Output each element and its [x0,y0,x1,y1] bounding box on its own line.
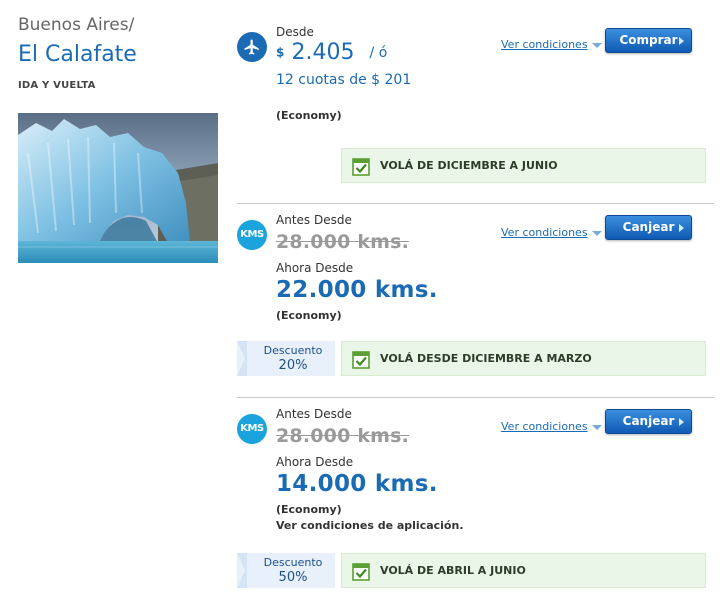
redeem-button[interactable]: Canjear [605,409,692,434]
arrow-right-icon [679,418,684,426]
promo-banner: VOLÁ DE DICIEMBRE A JUNIO [341,148,706,183]
arrow-right-icon [679,224,684,232]
cabin-class: (Economy) [276,503,342,516]
promo-text: VOLÁ DE ABRIL A JUNIO [380,564,526,577]
promo-banner: VOLÁ DESDE DICIEMBRE A MARZO [341,341,706,376]
trip-type: IDA Y VUELTA [18,80,96,91]
price-amount: $ 2.405 / ó [276,40,387,65]
kms-icon: KMS [237,220,267,250]
chevron-down-icon [591,42,602,48]
cabin-class: (Economy) [276,309,342,322]
now-label: Ahora Desde [276,261,354,275]
redeem-button[interactable]: Canjear [605,215,692,240]
before-label: Antes Desde [276,407,352,421]
discount-value: 20% [278,358,308,373]
destination-photo [18,113,218,263]
conditions-link[interactable]: Ver condiciones [501,38,602,51]
buy-button-label: Comprar [619,33,678,47]
promo-text: VOLÁ DE DICIEMBRE A JUNIO [380,159,558,172]
before-price: 28.000 kms. [276,231,410,253]
redeem-button-label: Canjear [622,220,675,234]
application-note: Ver condiciones de aplicación. [276,519,464,532]
now-label: Ahora Desde [276,455,354,469]
chevron-down-icon [591,230,602,236]
before-label: Antes Desde [276,213,352,227]
price-label: Desde [276,25,314,39]
promo-text: VOLÁ DESDE DICIEMBRE A MARZO [380,352,592,365]
discount-badge: Descuento 50% [237,553,335,588]
price-value: 2.405 [291,40,355,65]
conditions-link-label: Ver condiciones [501,38,588,51]
offer-miles-redeem: KMS Antes Desde 28.000 kms. Ahora Desde … [237,204,714,394]
discount-label: Descuento [263,556,323,569]
before-price: 28.000 kms. [276,425,410,447]
currency-symbol: $ [276,45,285,60]
now-price: 14.000 kms. [276,471,438,497]
calendar-check-icon [352,563,370,581]
installments: 12 cuotas de $ 201 [276,72,412,88]
discount-badge: Descuento 20% [237,341,335,376]
badge-notch-icon [237,553,247,588]
discount-label: Descuento [263,344,323,357]
airplane-icon [237,32,267,62]
promo-banner: VOLÁ DE ABRIL A JUNIO [341,553,706,588]
destination-city: El Calafate [18,42,137,67]
route-header: Buenos Aires/ El Calafate IDA Y VUELTA [18,14,218,91]
discount-value: 50% [278,570,308,585]
badge-notch-icon [237,341,247,376]
now-price: 22.000 kms. [276,277,438,303]
arrow-right-icon [679,37,684,45]
conditions-link[interactable]: Ver condiciones [501,226,602,239]
conditions-link-label: Ver condiciones [501,226,588,239]
redeem-button-label: Canjear [622,414,675,428]
conditions-link-label: Ver condiciones [501,420,588,433]
cabin-class: (Economy) [276,109,342,122]
origin-city: Buenos Aires/ [18,15,135,35]
kms-icon: KMS [237,414,267,444]
conditions-link[interactable]: Ver condiciones [501,420,602,433]
offer-miles-redeem: KMS Antes Desde 28.000 kms. Ahora Desde … [237,398,714,593]
calendar-check-icon [352,158,370,176]
offer-purchase: Desde $ 2.405 / ó 12 cuotas de $ 201 (Ec… [237,20,714,185]
chevron-down-icon [591,424,602,430]
price-suffix: / ó [369,44,388,61]
buy-button[interactable]: Comprar [605,28,692,53]
calendar-check-icon [352,351,370,369]
